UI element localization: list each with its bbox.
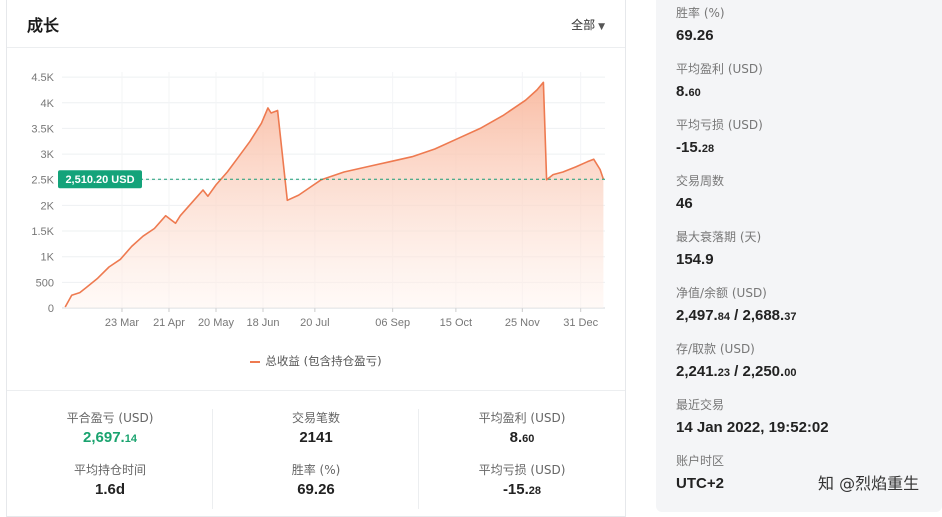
side-equity-balance: 净值/余额 (USD) 2,497.84 / 2,688.37 bbox=[676, 284, 796, 324]
side-avg-loss-dec: 28 bbox=[701, 143, 715, 155]
side-avg-profit-int: 8. bbox=[676, 83, 689, 100]
side-equity-balance-value: 2,497.84 / 2,688.37 bbox=[676, 307, 796, 324]
avg-hold-value: 1.6d bbox=[94, 481, 125, 498]
side-max-drawdown-value: 154.9 bbox=[676, 251, 714, 268]
equity-separator: / bbox=[729, 307, 743, 324]
y-tick-label: 0 bbox=[48, 303, 54, 315]
account-side-panel: 胜率 (%) 69.26 平均盈利 (USD) 8.60 平均亏损 (USD) … bbox=[656, 0, 942, 512]
side-avg-profit-value: 8.60 bbox=[676, 83, 763, 100]
current-value-label: 2,510.20 USD bbox=[65, 174, 134, 186]
legend-swatch bbox=[250, 360, 261, 363]
avg-loss-value: -15.28 bbox=[419, 481, 625, 503]
closed-pl-dec: 14 bbox=[124, 433, 137, 445]
watermark: 知 @烈焰重生 bbox=[818, 474, 920, 493]
deposit-separator: / bbox=[729, 363, 743, 380]
y-tick-label: 2K bbox=[41, 200, 55, 212]
y-tick-label: 1K bbox=[41, 252, 55, 264]
x-tick-label: 18 Jun bbox=[246, 317, 279, 329]
y-tick-label: 4.5K bbox=[31, 72, 54, 84]
avg-loss-int: -15. bbox=[502, 481, 529, 498]
x-tick-label: 15 Oct bbox=[440, 317, 472, 329]
trades-value: 2141 bbox=[299, 429, 333, 446]
chart-legend[interactable]: 总收益 (包含持仓盈亏) bbox=[7, 353, 625, 369]
win-rate-value: 69.26 bbox=[297, 481, 335, 498]
y-tick-label: 2.5K bbox=[31, 175, 54, 187]
growth-chart: 0 500 1K 1.5K 2K 2.5K 3K 3.5K 4K 4.5K 23 Mar 21 Apr… bbox=[7, 48, 625, 388]
growth-card: 成长 全部 ▼ 0 500 1K 1.5K 2K 2.5K 3K 3.5K 4K 4.5K 23 Ma… bbox=[6, 0, 626, 517]
series-area bbox=[65, 82, 604, 308]
side-avg-profit: 平均盈利 (USD) 8.60 bbox=[676, 60, 763, 100]
side-avg-profit-dec: 60 bbox=[688, 87, 701, 99]
side-timezone-label: 账户时区 bbox=[676, 454, 725, 468]
stats-col-3: 平均盈利 (USD) 8.60 平均亏损 (USD) -15.28 bbox=[419, 409, 625, 503]
legend-label[interactable]: 总收益 (包含持仓盈亏) bbox=[265, 354, 381, 368]
side-win-rate-value: 69.26 bbox=[676, 27, 714, 44]
x-tick-label: 06 Sep bbox=[375, 317, 410, 329]
avg-loss-dec: 28 bbox=[528, 485, 542, 497]
closed-pl-int: 2,697. bbox=[83, 429, 125, 446]
side-weeks: 交易周数 46 bbox=[676, 172, 724, 212]
side-timezone-value: UTC+2 bbox=[676, 475, 724, 492]
x-tick-label: 20 Jul bbox=[300, 317, 329, 329]
closed-pl-label: 平合盈亏 (USD) bbox=[66, 411, 154, 425]
avg-loss-label: 平均亏损 (USD) bbox=[478, 463, 566, 477]
side-deposit-withdraw-label: 存/取款 (USD) bbox=[676, 342, 755, 356]
card-header: 成长 全部 ▼ bbox=[7, 0, 625, 48]
x-tick-label: 20 May bbox=[198, 317, 235, 329]
closed-pl-value: 2,697.14 bbox=[7, 429, 213, 451]
equity-int: 2,497. bbox=[676, 307, 718, 324]
x-tick-label: 25 Nov bbox=[505, 317, 540, 329]
trades-label: 交易笔数 bbox=[291, 411, 340, 425]
x-tick-label: 23 Mar bbox=[105, 317, 140, 329]
stats-col-2: 交易笔数 2141 胜率 (%) 69.26 bbox=[213, 409, 419, 503]
side-equity-balance-label: 净值/余额 (USD) bbox=[676, 286, 767, 300]
stats-grid: 平合盈亏 (USD) 2,697.14 平均持仓时间 1.6d 交易笔数 214… bbox=[7, 390, 625, 517]
balance-int: 2,688. bbox=[742, 307, 785, 324]
y-tick-label: 4K bbox=[41, 98, 55, 110]
side-max-drawdown: 最大衰落期 (天) 154.9 bbox=[676, 228, 761, 268]
side-max-drawdown-label: 最大衰落期 (天) bbox=[676, 230, 762, 244]
side-weeks-value: 46 bbox=[676, 195, 693, 212]
x-tick-label: 31 Dec bbox=[563, 317, 598, 329]
side-deposit-withdraw: 存/取款 (USD) 2,241.23 / 2,250.00 bbox=[676, 340, 796, 380]
chart-svg: 0 500 1K 1.5K 2K 2.5K 3K 3.5K 4K 4.5K 23 Mar 21 Apr… bbox=[31, 72, 605, 329]
stats-col-1: 平合盈亏 (USD) 2,697.14 平均持仓时间 1.6d bbox=[7, 409, 213, 503]
y-tick-label: 500 bbox=[36, 277, 54, 289]
side-avg-loss: 平均亏损 (USD) -15.28 bbox=[676, 116, 763, 156]
avg-profit-value: 8.60 bbox=[419, 429, 625, 451]
avg-profit-dec: 60 bbox=[522, 433, 535, 445]
y-tick-label: 3.5K bbox=[31, 123, 54, 135]
deposit-int: 2,241. bbox=[676, 363, 718, 380]
withdraw-int: 2,250. bbox=[742, 363, 785, 380]
range-select[interactable]: 全部 ▼ bbox=[571, 16, 605, 33]
side-win-rate: 胜率 (%) 69.26 bbox=[676, 4, 725, 44]
withdraw-dec: 00 bbox=[784, 367, 797, 379]
side-avg-loss-int: -15. bbox=[676, 139, 702, 156]
equity-dec: 84 bbox=[717, 311, 730, 323]
y-tick-label: 3K bbox=[41, 149, 55, 161]
side-avg-profit-label: 平均盈利 (USD) bbox=[676, 62, 763, 76]
x-tick-label: 21 Apr bbox=[153, 317, 185, 329]
balance-dec: 37 bbox=[784, 311, 797, 323]
avg-profit-label: 平均盈利 (USD) bbox=[478, 411, 566, 425]
side-avg-loss-label: 平均亏损 (USD) bbox=[676, 118, 763, 132]
side-avg-loss-value: -15.28 bbox=[676, 139, 763, 156]
side-win-rate-label: 胜率 (%) bbox=[676, 6, 725, 20]
range-select-label[interactable]: 全部 bbox=[571, 18, 595, 32]
avg-profit-int: 8. bbox=[509, 429, 523, 446]
side-last-trade: 最近交易 14 Jan 2022, 19:52:02 bbox=[676, 396, 829, 436]
card-title: 成长 bbox=[27, 16, 60, 35]
side-last-trade-value: 14 Jan 2022, 19:52:02 bbox=[676, 419, 829, 436]
side-deposit-withdraw-value: 2,241.23 / 2,250.00 bbox=[676, 363, 796, 380]
caret-down-icon[interactable]: ▼ bbox=[598, 22, 605, 32]
side-timezone: 账户时区 UTC+2 bbox=[676, 452, 724, 492]
deposit-dec: 23 bbox=[717, 367, 730, 379]
win-rate-label: 胜率 (%) bbox=[291, 463, 341, 477]
side-weeks-label: 交易周数 bbox=[676, 174, 725, 188]
y-tick-label: 1.5K bbox=[31, 226, 54, 238]
side-last-trade-label: 最近交易 bbox=[676, 398, 725, 412]
avg-hold-label: 平均持仓时间 bbox=[73, 463, 146, 477]
